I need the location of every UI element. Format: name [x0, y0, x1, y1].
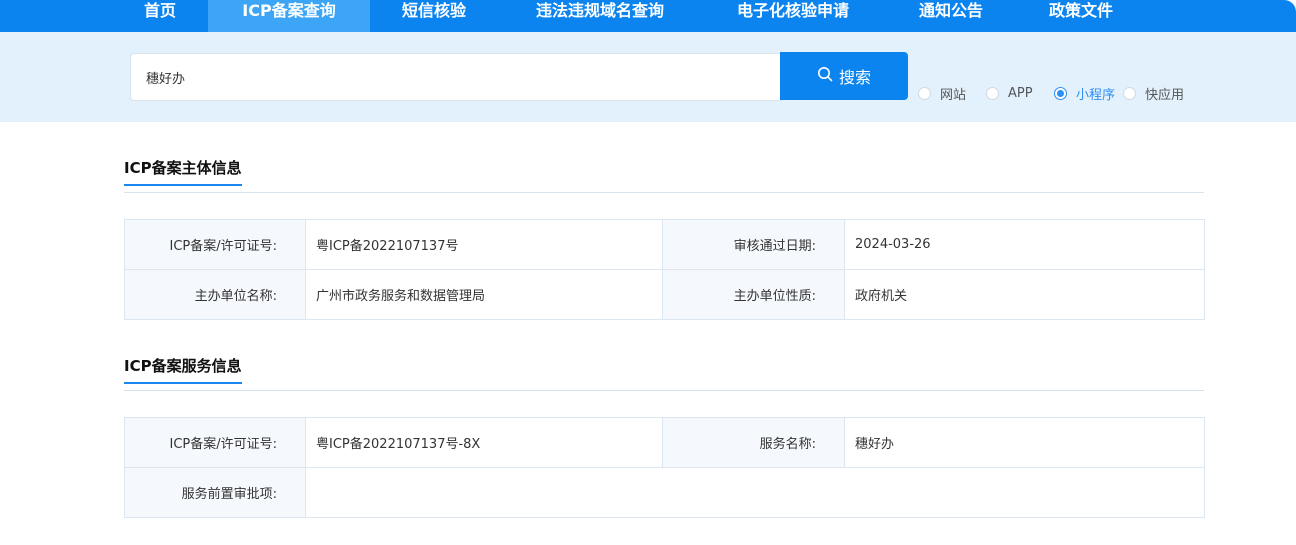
nav-item-sms-verify[interactable]: 短信核验 — [384, 0, 484, 32]
radio-app[interactable]: APP — [986, 84, 1033, 102]
radio-circle-icon — [918, 86, 931, 100]
organizer-type-label: 主办单位性质: — [662, 269, 845, 320]
nav-item-illegal-domain[interactable]: 违法违规域名查询 — [516, 0, 684, 32]
radio-circle-icon — [1123, 86, 1136, 100]
nav-item-icp-query[interactable]: ICP备案查询 — [208, 0, 370, 32]
service-info-table: ICP备案/许可证号: 粤ICP备2022107137号-8X 服务名称: 穗好… — [124, 417, 1205, 518]
table-row: 服务前置审批项: — [124, 467, 1205, 518]
nav-item-e-verify-apply[interactable]: 电子化核验申请 — [718, 0, 868, 32]
organizer-name-value: 广州市政务服务和数据管理局 — [305, 269, 663, 320]
search-icon — [817, 66, 833, 86]
license-value: 粤ICP备2022107137号 — [305, 219, 663, 270]
nav-item-notices[interactable]: 通知公告 — [902, 0, 1000, 32]
top-nav: 首页 ICP备案查询 短信核验 违法违规域名查询 电子化核验申请 通知公告 政策… — [0, 0, 1296, 32]
pre-approval-label: 服务前置审批项: — [124, 467, 306, 518]
table-row: ICP备案/许可证号: 粤ICP备2022107137号 审核通过日期: 202… — [124, 219, 1205, 270]
nav-item-policies[interactable]: 政策文件 — [1032, 0, 1130, 32]
organizer-name-label: 主办单位名称: — [124, 269, 306, 320]
nav-corner — [1284, 0, 1296, 12]
approval-date-label: 审核通过日期: — [662, 219, 845, 270]
radio-label: 快应用 — [1145, 87, 1185, 103]
radio-mini-program[interactable]: 小程序 — [1054, 84, 1116, 103]
nav-item-home[interactable]: 首页 — [126, 0, 194, 32]
service-license-value: 粤ICP备2022107137号-8X — [305, 417, 663, 468]
approval-date-value: 2024-03-26 — [844, 219, 1205, 270]
pre-approval-value — [305, 467, 1205, 518]
entity-section-title: ICP备案主体信息 — [124, 157, 242, 186]
service-name-label: 服务名称: — [662, 417, 845, 468]
table-row: 主办单位名称: 广州市政务服务和数据管理局 主办单位性质: 政府机关 — [124, 269, 1205, 320]
radio-label: APP — [1008, 85, 1033, 101]
service-name-value: 穗好办 — [844, 417, 1205, 468]
radio-checked-icon — [1054, 86, 1067, 100]
service-license-label: ICP备案/许可证号: — [124, 417, 306, 468]
section-divider — [124, 192, 1204, 193]
section-divider — [124, 390, 1204, 391]
entity-info-table: ICP备案/许可证号: 粤ICP备2022107137号 审核通过日期: 202… — [124, 219, 1205, 320]
search-button[interactable]: 搜索 — [780, 52, 908, 100]
license-label: ICP备案/许可证号: — [124, 219, 306, 270]
radio-website[interactable]: 网站 — [918, 84, 967, 103]
search-input[interactable] — [130, 53, 782, 101]
search-button-label: 搜索 — [838, 68, 871, 87]
table-row: ICP备案/许可证号: 粤ICP备2022107137号-8X 服务名称: 穗好… — [124, 417, 1205, 468]
radio-quick-app[interactable]: 快应用 — [1123, 84, 1185, 103]
search-band: 搜索 网站 APP 小程序 快应用 — [0, 32, 1296, 122]
radio-label: 小程序 — [1076, 87, 1116, 103]
radio-label: 网站 — [940, 87, 967, 103]
organizer-type-value: 政府机关 — [844, 269, 1205, 320]
radio-circle-icon — [986, 86, 999, 100]
service-section-title: ICP备案服务信息 — [124, 355, 242, 384]
